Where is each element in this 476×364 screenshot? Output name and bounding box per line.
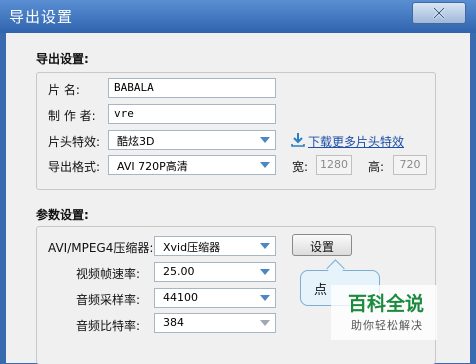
compressor-label: AVI/MPEG4压缩器: [48, 241, 154, 255]
framerate-select[interactable]: 25.00 [154, 262, 276, 282]
watermark-subtitle: 助你轻松解决 [351, 319, 423, 332]
close-icon [433, 7, 445, 19]
author-label: 制 作 者: [48, 109, 96, 123]
samplerate-value: 44100 [163, 291, 198, 304]
params-section-title: 参数设置: [36, 208, 89, 222]
framerate-value: 25.00 [163, 265, 195, 278]
chevron-down-icon [260, 162, 270, 168]
opening-effect-label: 片头特效: [48, 135, 101, 149]
opening-effect-select[interactable]: 酷炫3D [108, 130, 276, 150]
chevron-down-icon [260, 137, 270, 143]
samplerate-select[interactable]: 44100 [154, 288, 276, 308]
settings-button[interactable]: 设置 [292, 234, 352, 256]
opening-effect-value: 酷炫3D [117, 135, 155, 148]
chevron-down-icon [260, 269, 270, 275]
bitrate-label: 音频比特率: [76, 319, 141, 333]
export-section-title: 导出设置: [36, 52, 89, 66]
chevron-down-icon [260, 243, 270, 249]
compressor-select[interactable]: Xvid压缩器 [154, 236, 276, 256]
bitrate-select[interactable]: 384 [154, 313, 276, 333]
chevron-down-icon [260, 295, 270, 301]
watermark-title: 百科全说 [348, 293, 425, 315]
width-input[interactable]: 1280 [316, 155, 352, 175]
format-label: 导出格式: [48, 160, 101, 174]
chevron-down-icon [260, 320, 270, 326]
format-value: AVI 720P高清 [117, 160, 188, 173]
bitrate-value: 384 [163, 316, 184, 329]
height-input[interactable]: 720 [393, 155, 427, 175]
name-input[interactable]: BABALA [108, 78, 276, 98]
framerate-label: 视频帧速率: [76, 267, 141, 281]
window-title: 导出设置 [9, 8, 74, 26]
close-button[interactable] [412, 2, 466, 24]
compressor-value: Xvid压缩器 [163, 241, 221, 254]
width-label: 宽: [292, 160, 309, 174]
format-select[interactable]: AVI 720P高清 [108, 155, 276, 175]
download-icon [291, 133, 305, 147]
height-label: 高: [368, 160, 385, 174]
samplerate-label: 音频采样率: [76, 293, 141, 307]
tooltip-text: 点 [314, 283, 328, 298]
name-label: 片 名: [48, 83, 80, 97]
title-bar: 导出设置 [0, 0, 476, 33]
author-input[interactable]: vre [108, 104, 276, 124]
download-more-effects-link[interactable]: 下载更多片头特效 [308, 133, 404, 150]
